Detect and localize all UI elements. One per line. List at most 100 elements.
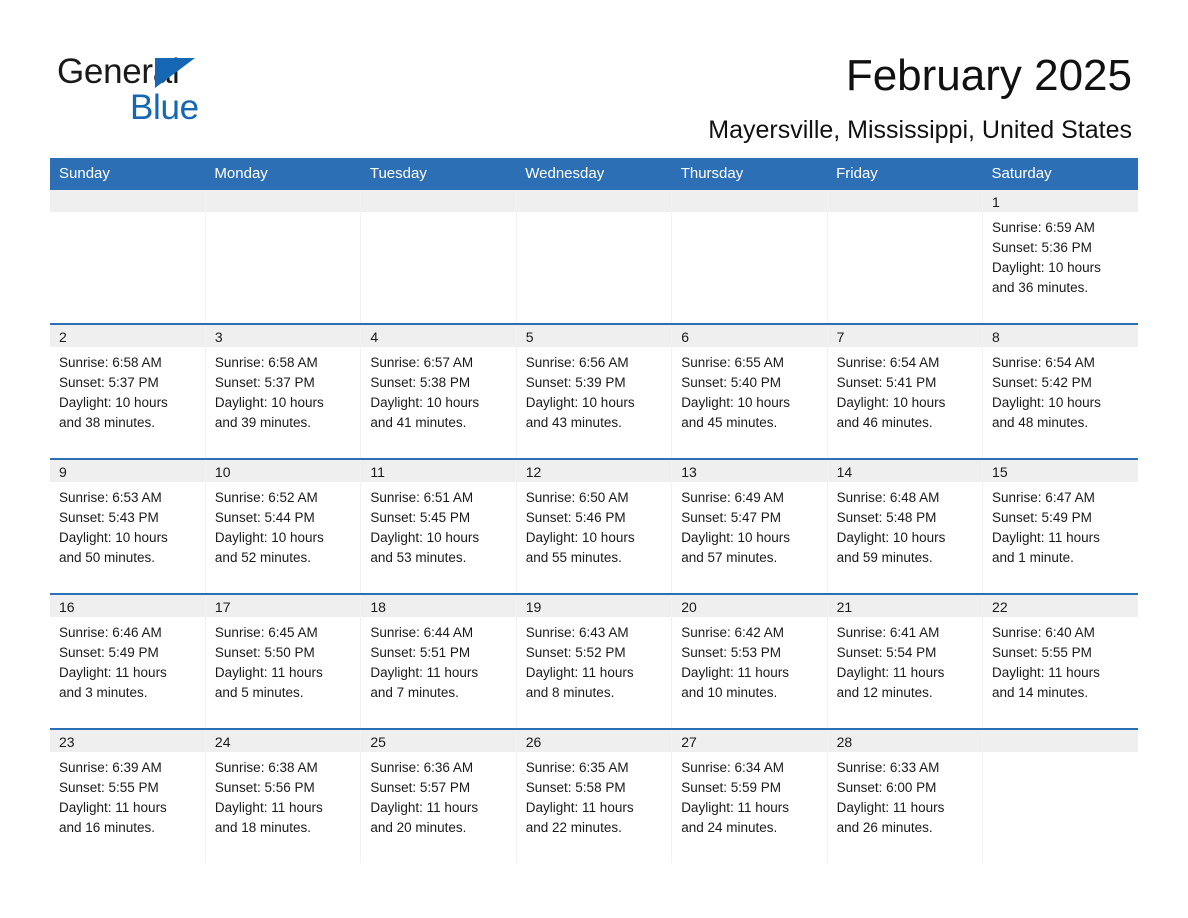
sunset-time: Sunset: 5:48 PM (836, 510, 937, 525)
calendar-day-cell[interactable]: 14 Sunrise: 6:48 AM Sunset: 5:48 PM Dayligh… (827, 458, 984, 594)
daylight-duration-line1: Daylight: 11 hours (370, 665, 479, 680)
sunrise-sunset-calendar-table: Sunday Monday Tuesday Wednesday Thursday… (50, 158, 1138, 863)
day-number: 12 (516, 460, 672, 482)
calendar-day-cell[interactable]: 25 Sunrise: 6:36 AM Sunset: 5:57 PM Dayligh… (360, 728, 517, 863)
sunset-time: Sunset: 5:46 PM (525, 510, 626, 525)
daylight-duration-line1: Daylight: 10 hours (370, 530, 480, 545)
calendar-day-cell[interactable]: 16 Sunrise: 6:46 AM Sunset: 5:49 PM Dayligh… (50, 593, 206, 729)
day-number (205, 190, 361, 212)
sunset-time: Sunset: 5:36 PM (992, 240, 1092, 255)
sunrise-time: Sunrise: 6:42 AM (681, 625, 784, 640)
calendar-day-cell[interactable]: 27 Sunrise: 6:34 AM Sunset: 5:59 PM Dayligh… (671, 728, 828, 863)
calendar-page: General Blue February 2025 Mayersville, … (0, 0, 1188, 918)
calendar-day-cell[interactable]: 20 Sunrise: 6:42 AM Sunset: 5:53 PM Dayligh… (671, 593, 828, 729)
sunrise-time: Sunrise: 6:51 AM (370, 490, 474, 505)
calendar-day-cell[interactable]: 9 Sunrise: 6:53 AM Sunset: 5:43 PM Daylight… (50, 458, 206, 594)
weekday-header-friday: Friday (827, 158, 983, 190)
daylight-duration-line2: and 45 minutes. (681, 415, 778, 430)
weekday-header-thursday: Thursday (671, 158, 828, 190)
calendar-day-cell[interactable]: 6 Sunrise: 6:55 AM Sunset: 5:40 PM Daylight… (671, 323, 828, 459)
calendar-day-cell[interactable]: 2 Sunrise: 6:58 AM Sunset: 5:37 PM Daylight… (50, 323, 206, 459)
sunset-time: Sunset: 5:52 PM (525, 645, 626, 660)
sunrise-time: Sunrise: 6:40 AM (992, 625, 1095, 640)
day-number: 22 (983, 595, 1138, 617)
sunrise-time: Sunrise: 6:57 AM (370, 355, 474, 370)
sunset-time: Sunset: 5:37 PM (214, 375, 315, 390)
sunrise-time: Sunrise: 6:58 AM (214, 355, 318, 370)
calendar-day-cell[interactable]: 24 Sunrise: 6:38 AM Sunset: 5:56 PM Dayligh… (205, 728, 362, 863)
calendar-day-cell[interactable]: 4 Sunrise: 6:57 AM Sunset: 5:38 PM Daylight… (360, 323, 517, 459)
day-number: 17 (205, 595, 361, 617)
day-number (983, 730, 1138, 752)
sunset-time: Sunset: 5:38 PM (370, 375, 471, 390)
sunrise-time: Sunrise: 6:36 AM (370, 760, 474, 775)
day-number: 24 (205, 730, 361, 752)
sunset-time: Sunset: 5:44 PM (214, 510, 315, 525)
sunset-time: Sunset: 5:55 PM (992, 645, 1092, 660)
sunrise-time: Sunrise: 6:41 AM (836, 625, 940, 640)
day-details: Sunrise: 6:48 AM Sunset: 5:48 PM Daylight:… (828, 482, 982, 568)
day-number: 10 (205, 460, 361, 482)
daylight-duration-line1: Daylight: 10 hours (59, 530, 168, 545)
calendar-day-cell[interactable]: 13 Sunrise: 6:49 AM Sunset: 5:47 PM Dayligh… (671, 458, 828, 594)
daylight-duration-line1: Daylight: 11 hours (836, 800, 945, 815)
daylight-duration-line1: Daylight: 11 hours (525, 800, 634, 815)
day-number: 18 (361, 595, 516, 617)
daylight-duration-line2: and 7 minutes. (370, 685, 459, 700)
daylight-duration-line2: and 43 minutes. (525, 415, 622, 430)
calendar-day-cell[interactable]: 21 Sunrise: 6:41 AM Sunset: 5:54 PM Dayligh… (827, 593, 984, 729)
calendar-day-cell[interactable]: 8 Sunrise: 6:54 AM Sunset: 5:42 PM Daylight… (982, 323, 1138, 459)
daylight-duration-line1: Daylight: 11 hours (214, 665, 323, 680)
calendar-day-cell[interactable]: 18 Sunrise: 6:44 AM Sunset: 5:51 PM Dayligh… (360, 593, 517, 729)
calendar-day-cell[interactable]: 26 Sunrise: 6:35 AM Sunset: 5:58 PM Dayligh… (516, 728, 673, 863)
sunrise-time: Sunrise: 6:55 AM (681, 355, 784, 370)
day-details: Sunrise: 6:33 AM Sunset: 6:00 PM Daylight:… (828, 752, 982, 838)
general-blue-logo[interactable]: General Blue (57, 52, 357, 130)
sunrise-time: Sunrise: 6:54 AM (992, 355, 1095, 370)
calendar-day-cell[interactable]: 19 Sunrise: 6:43 AM Sunset: 5:52 PM Dayligh… (516, 593, 673, 729)
calendar-day-cell[interactable]: 22 Sunrise: 6:40 AM Sunset: 5:55 PM Dayligh… (982, 593, 1138, 729)
day-details: Sunrise: 6:49 AM Sunset: 5:47 PM Daylight:… (672, 482, 826, 568)
day-details: Sunrise: 6:36 AM Sunset: 5:57 PM Daylight:… (361, 752, 515, 838)
daylight-duration-line2: and 24 minutes. (681, 820, 778, 835)
sunrise-time: Sunrise: 6:35 AM (525, 760, 629, 775)
calendar-day-cell[interactable]: 12 Sunrise: 6:50 AM Sunset: 5:46 PM Dayligh… (516, 458, 673, 594)
daylight-duration-line1: Daylight: 11 hours (681, 665, 789, 680)
day-number: 23 (50, 730, 205, 752)
weekday-header-sunday: Sunday (50, 158, 206, 190)
calendar-day-cell-empty (827, 190, 984, 324)
day-details: Sunrise: 6:50 AM Sunset: 5:46 PM Daylight:… (517, 482, 671, 568)
calendar-day-cell[interactable]: 3 Sunrise: 6:58 AM Sunset: 5:37 PM Daylight… (205, 323, 362, 459)
daylight-duration-line2: and 50 minutes. (59, 550, 156, 565)
sunrise-time: Sunrise: 6:38 AM (214, 760, 318, 775)
sunrise-time: Sunrise: 6:53 AM (59, 490, 162, 505)
daylight-duration-line2: and 1 minute. (992, 550, 1074, 565)
day-number: 21 (827, 595, 983, 617)
calendar-day-cell[interactable]: 5 Sunrise: 6:56 AM Sunset: 5:39 PM Daylight… (516, 323, 673, 459)
daylight-duration-line2: and 46 minutes. (836, 415, 933, 430)
calendar-day-cell[interactable]: 17 Sunrise: 6:45 AM Sunset: 5:50 PM Dayligh… (205, 593, 362, 729)
day-details: Sunrise: 6:55 AM Sunset: 5:40 PM Daylight:… (672, 347, 826, 433)
calendar-day-cell[interactable]: 10 Sunrise: 6:52 AM Sunset: 5:44 PM Dayligh… (205, 458, 362, 594)
calendar-day-cell[interactable]: 28 Sunrise: 6:33 AM Sunset: 6:00 PM Dayligh… (827, 728, 984, 863)
sunset-time: Sunset: 5:42 PM (992, 375, 1092, 390)
day-details: Sunrise: 6:45 AM Sunset: 5:50 PM Daylight:… (206, 617, 360, 703)
calendar-day-cell[interactable]: 23 Sunrise: 6:39 AM Sunset: 5:55 PM Dayligh… (50, 728, 206, 863)
calendar-day-cell[interactable]: 11 Sunrise: 6:51 AM Sunset: 5:45 PM Dayligh… (360, 458, 517, 594)
day-details: Sunrise: 6:41 AM Sunset: 5:54 PM Daylight:… (828, 617, 982, 703)
sunrise-time: Sunrise: 6:49 AM (681, 490, 784, 505)
day-number: 27 (672, 730, 827, 752)
daylight-duration-line2: and 26 minutes. (836, 820, 933, 835)
calendar-day-cell[interactable]: 7 Sunrise: 6:54 AM Sunset: 5:41 PM Daylight… (827, 323, 984, 459)
day-number: 7 (827, 325, 983, 347)
calendar-day-cell[interactable]: 15 Sunrise: 6:47 AM Sunset: 5:49 PM Dayligh… (982, 458, 1138, 594)
sunset-time: Sunset: 5:51 PM (370, 645, 471, 660)
calendar-body: 1 Sunrise: 6:59 AM Sunset: 5:36 PM Daylight… (50, 190, 1138, 863)
day-details: Sunrise: 6:58 AM Sunset: 5:37 PM Daylight:… (50, 347, 205, 433)
sunset-time: Sunset: 5:40 PM (681, 375, 781, 390)
calendar-day-cell[interactable]: 1 Sunrise: 6:59 AM Sunset: 5:36 PM Daylight… (982, 190, 1138, 324)
sunset-time: Sunset: 6:00 PM (836, 780, 937, 795)
sunrise-time: Sunrise: 6:39 AM (59, 760, 162, 775)
sunset-time: Sunset: 5:57 PM (370, 780, 471, 795)
day-details: Sunrise: 6:58 AM Sunset: 5:37 PM Daylight:… (206, 347, 360, 433)
